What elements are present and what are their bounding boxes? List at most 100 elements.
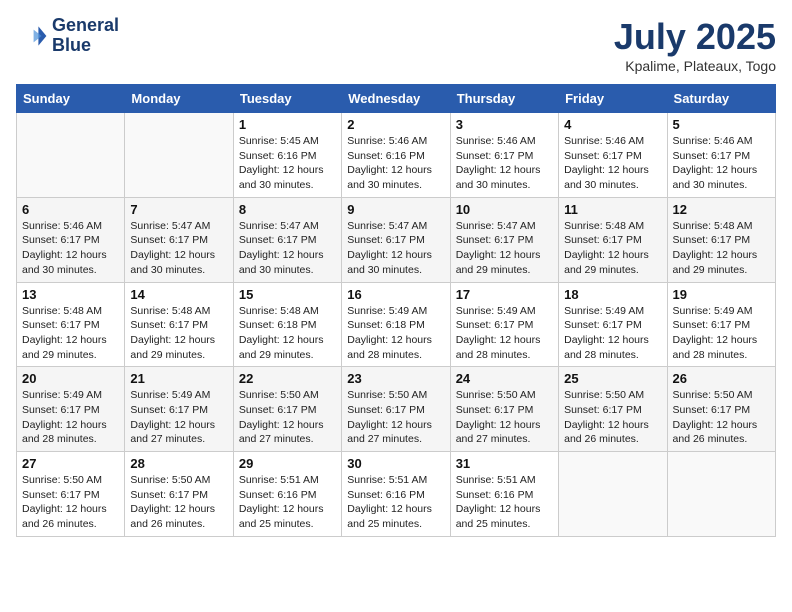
- day-info: Sunrise: 5:50 AM Sunset: 6:17 PM Dayligh…: [456, 388, 553, 447]
- calendar-cell: 11 Sunrise: 5:48 AM Sunset: 6:17 PM Dayli…: [559, 197, 667, 282]
- calendar-cell: 15 Sunrise: 5:48 AM Sunset: 6:18 PM Dayli…: [233, 282, 341, 367]
- day-info: Sunrise: 5:48 AM Sunset: 6:17 PM Dayligh…: [22, 304, 119, 363]
- day-number: 25: [564, 371, 661, 386]
- day-info: Sunrise: 5:49 AM Sunset: 6:17 PM Dayligh…: [130, 388, 227, 447]
- day-number: 13: [22, 287, 119, 302]
- day-header-saturday: Saturday: [667, 85, 775, 113]
- calendar-cell: 9 Sunrise: 5:47 AM Sunset: 6:17 PM Daylig…: [342, 197, 450, 282]
- calendar-week-4: 20 Sunrise: 5:49 AM Sunset: 6:17 PM Dayli…: [17, 367, 776, 452]
- page-header: General Blue July 2025 Kpalime, Plateaux…: [16, 16, 776, 74]
- day-number: 18: [564, 287, 661, 302]
- day-number: 10: [456, 202, 553, 217]
- calendar-cell: 27 Sunrise: 5:50 AM Sunset: 6:17 PM Dayli…: [17, 452, 125, 537]
- day-number: 23: [347, 371, 444, 386]
- calendar-cell: 26 Sunrise: 5:50 AM Sunset: 6:17 PM Dayli…: [667, 367, 775, 452]
- day-number: 31: [456, 456, 553, 471]
- day-number: 17: [456, 287, 553, 302]
- day-number: 4: [564, 117, 661, 132]
- calendar-cell: 17 Sunrise: 5:49 AM Sunset: 6:17 PM Dayli…: [450, 282, 558, 367]
- day-info: Sunrise: 5:50 AM Sunset: 6:17 PM Dayligh…: [564, 388, 661, 447]
- calendar-cell: 13 Sunrise: 5:48 AM Sunset: 6:17 PM Dayli…: [17, 282, 125, 367]
- calendar-cell: 2 Sunrise: 5:46 AM Sunset: 6:16 PM Daylig…: [342, 113, 450, 198]
- day-info: Sunrise: 5:49 AM Sunset: 6:18 PM Dayligh…: [347, 304, 444, 363]
- calendar-cell: 14Sunrise: 5:48 AM Sunset: 6:17 PM Dayli…: [125, 282, 233, 367]
- day-info: Sunrise: 5:46 AM Sunset: 6:17 PM Dayligh…: [456, 134, 553, 193]
- day-number: 15: [239, 287, 336, 302]
- calendar-cell: [667, 452, 775, 537]
- day-number: 27: [22, 456, 119, 471]
- calendar-cell: 20 Sunrise: 5:49 AM Sunset: 6:17 PM Dayli…: [17, 367, 125, 452]
- day-number: 6: [22, 202, 119, 217]
- day-number: 12: [673, 202, 770, 217]
- calendar-table: SundayMondayTuesdayWednesdayThursdayFrid…: [16, 84, 776, 537]
- day-number: 11: [564, 202, 661, 217]
- day-header-sunday: Sunday: [17, 85, 125, 113]
- day-number: 19: [673, 287, 770, 302]
- day-info: Sunrise: 5:50 AM Sunset: 6:17 PM Dayligh…: [347, 388, 444, 447]
- day-info: Sunrise: 5:50 AM Sunset: 6:17 PM Dayligh…: [130, 473, 227, 532]
- day-info: Sunrise: 5:49 AM Sunset: 6:17 PM Dayligh…: [564, 304, 661, 363]
- calendar-week-3: 13 Sunrise: 5:48 AM Sunset: 6:17 PM Dayli…: [17, 282, 776, 367]
- day-header-thursday: Thursday: [450, 85, 558, 113]
- day-info: Sunrise: 5:51 AM Sunset: 6:16 PM Dayligh…: [239, 473, 336, 532]
- day-info: Sunrise: 5:46 AM Sunset: 6:17 PM Dayligh…: [564, 134, 661, 193]
- logo-icon: [16, 20, 48, 52]
- day-number: 26: [673, 371, 770, 386]
- calendar-cell: 22 Sunrise: 5:50 AM Sunset: 6:17 PM Dayli…: [233, 367, 341, 452]
- day-info: Sunrise: 5:46 AM Sunset: 6:17 PM Dayligh…: [673, 134, 770, 193]
- day-info: Sunrise: 5:50 AM Sunset: 6:17 PM Dayligh…: [22, 473, 119, 532]
- logo-text: General Blue: [52, 16, 119, 56]
- title-block: July 2025 Kpalime, Plateaux, Togo: [614, 16, 776, 74]
- calendar-cell: [17, 113, 125, 198]
- day-info: Sunrise: 5:45 AM Sunset: 6:16 PM Dayligh…: [239, 134, 336, 193]
- month-title: July 2025: [614, 16, 776, 58]
- day-number: 2: [347, 117, 444, 132]
- calendar-cell: 29 Sunrise: 5:51 AM Sunset: 6:16 PM Dayli…: [233, 452, 341, 537]
- day-info: Sunrise: 5:51 AM Sunset: 6:16 PM Dayligh…: [456, 473, 553, 532]
- calendar-cell: 3Sunrise: 5:46 AM Sunset: 6:17 PM Daylig…: [450, 113, 558, 198]
- day-header-friday: Friday: [559, 85, 667, 113]
- calendar-cell: 4 Sunrise: 5:46 AM Sunset: 6:17 PM Daylig…: [559, 113, 667, 198]
- calendar-cell: 16 Sunrise: 5:49 AM Sunset: 6:18 PM Dayli…: [342, 282, 450, 367]
- calendar-cell: 7Sunrise: 5:47 AM Sunset: 6:17 PM Daylig…: [125, 197, 233, 282]
- day-info: Sunrise: 5:48 AM Sunset: 6:17 PM Dayligh…: [673, 219, 770, 278]
- day-number: 8: [239, 202, 336, 217]
- calendar-week-1: 1Sunrise: 5:45 AM Sunset: 6:16 PM Daylig…: [17, 113, 776, 198]
- calendar-cell: 28 Sunrise: 5:50 AM Sunset: 6:17 PM Dayli…: [125, 452, 233, 537]
- day-info: Sunrise: 5:50 AM Sunset: 6:17 PM Dayligh…: [239, 388, 336, 447]
- day-info: Sunrise: 5:48 AM Sunset: 6:17 PM Dayligh…: [564, 219, 661, 278]
- day-number: 5: [673, 117, 770, 132]
- calendar-cell: 1Sunrise: 5:45 AM Sunset: 6:16 PM Daylig…: [233, 113, 341, 198]
- day-info: Sunrise: 5:47 AM Sunset: 6:17 PM Dayligh…: [130, 219, 227, 278]
- calendar-cell: 30Sunrise: 5:51 AM Sunset: 6:16 PM Dayli…: [342, 452, 450, 537]
- calendar-cell: 12 Sunrise: 5:48 AM Sunset: 6:17 PM Dayli…: [667, 197, 775, 282]
- day-info: Sunrise: 5:49 AM Sunset: 6:17 PM Dayligh…: [673, 304, 770, 363]
- day-header-tuesday: Tuesday: [233, 85, 341, 113]
- day-number: 9: [347, 202, 444, 217]
- day-info: Sunrise: 5:46 AM Sunset: 6:16 PM Dayligh…: [347, 134, 444, 193]
- day-number: 21: [130, 371, 227, 386]
- day-number: 29: [239, 456, 336, 471]
- day-number: 24: [456, 371, 553, 386]
- day-number: 16: [347, 287, 444, 302]
- calendar-cell: [559, 452, 667, 537]
- day-number: 30: [347, 456, 444, 471]
- day-info: Sunrise: 5:47 AM Sunset: 6:17 PM Dayligh…: [347, 219, 444, 278]
- day-info: Sunrise: 5:48 AM Sunset: 6:18 PM Dayligh…: [239, 304, 336, 363]
- calendar-cell: 21 Sunrise: 5:49 AM Sunset: 6:17 PM Dayli…: [125, 367, 233, 452]
- day-info: Sunrise: 5:49 AM Sunset: 6:17 PM Dayligh…: [456, 304, 553, 363]
- calendar-cell: 6Sunrise: 5:46 AM Sunset: 6:17 PM Daylig…: [17, 197, 125, 282]
- day-info: Sunrise: 5:50 AM Sunset: 6:17 PM Dayligh…: [673, 388, 770, 447]
- day-info: Sunrise: 5:47 AM Sunset: 6:17 PM Dayligh…: [239, 219, 336, 278]
- day-info: Sunrise: 5:47 AM Sunset: 6:17 PM Dayligh…: [456, 219, 553, 278]
- day-number: 28: [130, 456, 227, 471]
- location: Kpalime, Plateaux, Togo: [614, 58, 776, 74]
- calendar-cell: 19 Sunrise: 5:49 AM Sunset: 6:17 PM Dayli…: [667, 282, 775, 367]
- day-number: 20: [22, 371, 119, 386]
- day-number: 22: [239, 371, 336, 386]
- calendar-cell: 18 Sunrise: 5:49 AM Sunset: 6:17 PM Dayli…: [559, 282, 667, 367]
- day-info: Sunrise: 5:49 AM Sunset: 6:17 PM Dayligh…: [22, 388, 119, 447]
- calendar-cell: 24 Sunrise: 5:50 AM Sunset: 6:17 PM Dayli…: [450, 367, 558, 452]
- calendar-cell: 8 Sunrise: 5:47 AM Sunset: 6:17 PM Daylig…: [233, 197, 341, 282]
- calendar-cell: 10 Sunrise: 5:47 AM Sunset: 6:17 PM Dayli…: [450, 197, 558, 282]
